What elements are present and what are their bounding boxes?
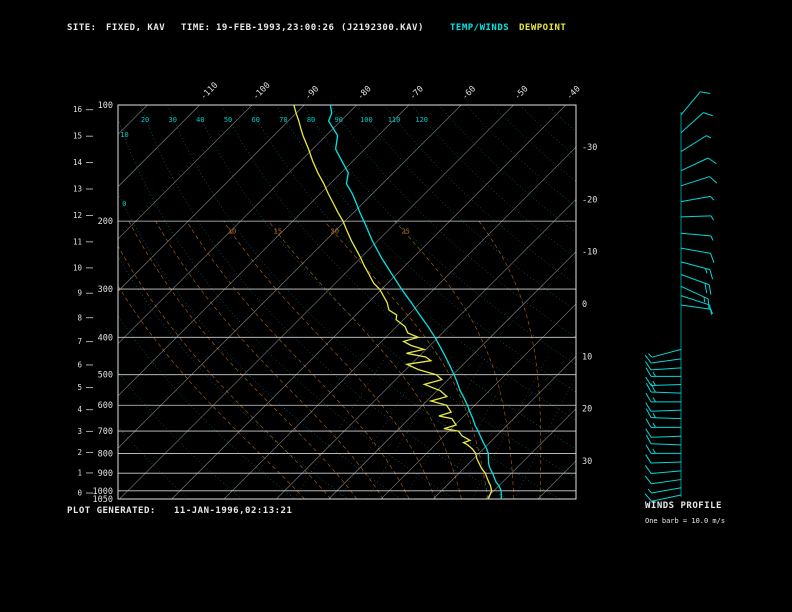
svg-text:5: 5 (77, 383, 82, 392)
svg-text:80: 80 (307, 116, 315, 124)
svg-text:100: 100 (360, 116, 373, 124)
plot-generated-label: PLOT GENERATED: (67, 506, 156, 516)
svg-text:500: 500 (98, 371, 113, 381)
temp-winds-legend: TEMP/WINDS (450, 23, 510, 33)
svg-text:-80: -80 (356, 84, 374, 102)
dry-adiabat-lines (118, 105, 576, 499)
svg-text:0: 0 (77, 489, 82, 498)
dewpoint-trace (293, 105, 493, 499)
svg-text:-90: -90 (303, 84, 321, 102)
isobar-lines (118, 104, 576, 500)
svg-text:200: 200 (98, 217, 113, 227)
svg-text:-100: -100 (251, 81, 273, 103)
temp-trace (327, 105, 502, 499)
svg-text:9: 9 (77, 289, 82, 298)
height-axis: 012345678910111213141516 (73, 105, 93, 498)
winds-profile-subtitle: One barb = 10.0 m/s (645, 517, 726, 525)
svg-text:30: 30 (169, 116, 177, 124)
site-value: FIXED, KAV (106, 23, 166, 33)
svg-text:10: 10 (582, 352, 592, 362)
winds-profile-title: WINDS PROFILE (645, 501, 722, 511)
skewt-app-screen: 0102030405060708090100110120101520251002… (0, 0, 792, 612)
svg-text:900: 900 (98, 469, 113, 479)
site-label: SITE: (67, 23, 97, 33)
svg-text:40: 40 (196, 116, 204, 124)
svg-text:1: 1 (77, 468, 82, 477)
svg-text:10: 10 (73, 263, 83, 272)
svg-text:25: 25 (401, 227, 409, 235)
moist-adiabat-labels: 10152025 (228, 227, 410, 235)
svg-text:-110: -110 (199, 81, 221, 103)
moist-adiabat-lines (118, 220, 542, 499)
svg-text:0: 0 (122, 200, 126, 208)
svg-text:20: 20 (582, 405, 592, 415)
svg-text:12: 12 (73, 211, 82, 220)
svg-text:100: 100 (98, 101, 113, 111)
svg-text:16: 16 (73, 105, 83, 114)
svg-text:120: 120 (415, 116, 428, 124)
dry-adiabat-labels: 0102030405060708090100110120 (120, 116, 428, 208)
dewpoint-legend: DEWPOINT (519, 23, 567, 33)
svg-text:20: 20 (141, 116, 149, 124)
svg-text:1050: 1050 (93, 495, 113, 505)
svg-text:-60: -60 (460, 84, 478, 102)
svg-text:50: 50 (224, 116, 232, 124)
svg-text:800: 800 (98, 449, 113, 459)
svg-text:-70: -70 (408, 84, 426, 102)
svg-text:7: 7 (77, 337, 82, 346)
svg-text:14: 14 (73, 158, 83, 167)
svg-text:15: 15 (73, 132, 82, 141)
svg-text:2: 2 (77, 448, 82, 457)
svg-text:0: 0 (582, 300, 587, 310)
isotherm-lines (118, 105, 576, 499)
svg-text:3: 3 (77, 427, 82, 436)
time-value: 19-FEB-1993,23:00:26 (216, 23, 335, 33)
svg-text:60: 60 (252, 116, 260, 124)
isotherm-top-labels: -110 -100 -90 -80 -70 -60 -50 -40 (199, 81, 583, 103)
svg-text:-20: -20 (582, 195, 597, 205)
file-id: (J2192300.KAV) (341, 23, 424, 33)
svg-text:13: 13 (73, 185, 82, 194)
plot-generated-value: 11-JAN-1996,02:13:21 (174, 506, 293, 516)
svg-text:10: 10 (228, 227, 236, 235)
svg-text:-50: -50 (513, 84, 531, 102)
svg-text:10: 10 (120, 131, 128, 139)
svg-text:30: 30 (582, 457, 592, 467)
svg-text:4: 4 (77, 405, 82, 414)
svg-text:400: 400 (98, 333, 113, 343)
svg-text:8: 8 (77, 313, 82, 322)
time-label: TIME: (181, 23, 211, 33)
pressure-labels: 10020030040050060070080090010001050 (93, 101, 113, 505)
svg-text:-10: -10 (582, 248, 597, 258)
svg-text:6: 6 (77, 360, 82, 369)
svg-text:-30: -30 (582, 143, 597, 153)
svg-text:11: 11 (73, 237, 82, 246)
svg-text:700: 700 (98, 427, 113, 437)
isotherm-right-labels: -30 -20 -10 0 10 20 30 (582, 143, 597, 467)
plot-frame (117, 104, 577, 500)
svg-text:15: 15 (274, 227, 282, 235)
svg-text:600: 600 (98, 401, 113, 411)
svg-text:300: 300 (98, 285, 113, 295)
svg-text:-40: -40 (565, 84, 583, 102)
